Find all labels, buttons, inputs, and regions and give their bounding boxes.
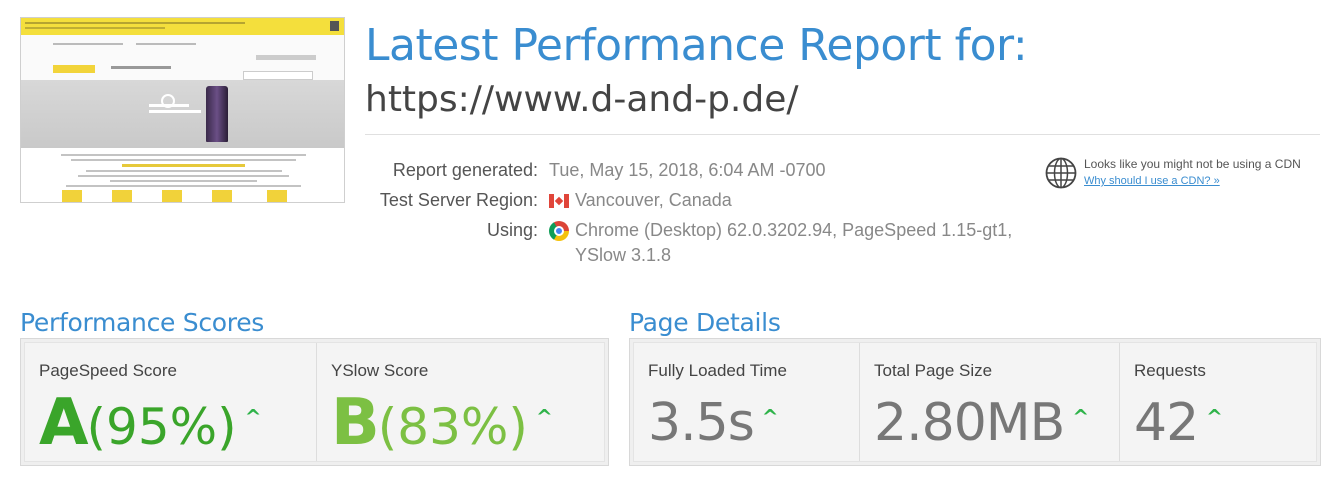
pagespeed-score-value: A(95%) ^ xyxy=(39,387,261,463)
fully-loaded-cell: Fully Loaded Time 3.5s ^ xyxy=(634,343,860,461)
load-up-arrow-icon: ^ xyxy=(761,405,779,429)
page-details-panel: Fully Loaded Time 3.5s ^ Total Page Size … xyxy=(629,338,1321,466)
total-size-value: 2.80MB xyxy=(874,393,1065,453)
report-generated-value: Tue, May 15, 2018, 6:04 AM -0700 xyxy=(549,160,826,180)
page-details-title: Page Details xyxy=(629,308,781,337)
requests-value: 42 xyxy=(1134,393,1199,453)
total-size-label: Total Page Size xyxy=(874,361,993,380)
chrome-icon xyxy=(549,221,569,241)
cdn-warning-text: Looks like you might not be using a CDN xyxy=(1084,157,1301,171)
using-value-line2: YSlow 3.1.8 xyxy=(575,245,672,265)
report-url: https://www.d-and-p.de/ xyxy=(365,79,799,120)
fully-loaded-label: Fully Loaded Time xyxy=(648,361,787,380)
report-generated-label: Report generated: xyxy=(392,160,538,180)
pagespeed-percent: (95%) xyxy=(86,398,237,456)
test-region-label: Test Server Region: xyxy=(379,190,538,210)
pagespeed-up-arrow-icon: ^ xyxy=(244,405,262,429)
using-label: Using: xyxy=(486,220,538,240)
pagespeed-score-label: PageSpeed Score xyxy=(39,361,177,380)
fully-loaded-value-wrap: 3.5s ^ xyxy=(648,387,779,459)
pagespeed-score-cell: PageSpeed Score A(95%) ^ xyxy=(25,343,317,461)
requests-up-arrow-icon: ^ xyxy=(1206,405,1223,429)
yslow-grade: B xyxy=(331,386,380,460)
yslow-up-arrow-icon: ^ xyxy=(535,405,553,429)
yslow-percent: (83%) xyxy=(377,398,528,456)
cdn-info-link[interactable]: Why should I use a CDN? » xyxy=(1084,173,1220,189)
test-region-value: Vancouver, Canada xyxy=(575,190,732,210)
yslow-score-value: B(83%) ^ xyxy=(331,387,553,463)
size-up-arrow-icon: ^ xyxy=(1072,405,1090,429)
canada-flag-icon xyxy=(549,194,569,208)
total-size-cell: Total Page Size 2.80MB ^ xyxy=(860,343,1120,461)
requests-label: Requests xyxy=(1134,361,1206,380)
performance-scores-panel: PageSpeed Score A(95%) ^ YSlow Score B(83… xyxy=(20,338,609,466)
using-value-line1: Chrome (Desktop) 62.0.3202.94, PageSpeed… xyxy=(575,220,1013,240)
report-title: Latest Performance Report for: xyxy=(365,20,1028,71)
requests-value-wrap: 42 ^ xyxy=(1134,387,1223,459)
requests-cell: Requests 42 ^ xyxy=(1120,343,1318,461)
yslow-score-label: YSlow Score xyxy=(331,361,429,380)
total-size-value-wrap: 2.80MB ^ xyxy=(874,387,1089,459)
globe-icon xyxy=(1045,157,1077,189)
fully-loaded-value: 3.5s xyxy=(648,393,755,453)
performance-scores-title: Performance Scores xyxy=(20,308,265,337)
pagespeed-grade: A xyxy=(39,386,89,460)
yslow-score-cell: YSlow Score B(83%) ^ xyxy=(317,343,606,461)
header-divider xyxy=(365,134,1320,135)
